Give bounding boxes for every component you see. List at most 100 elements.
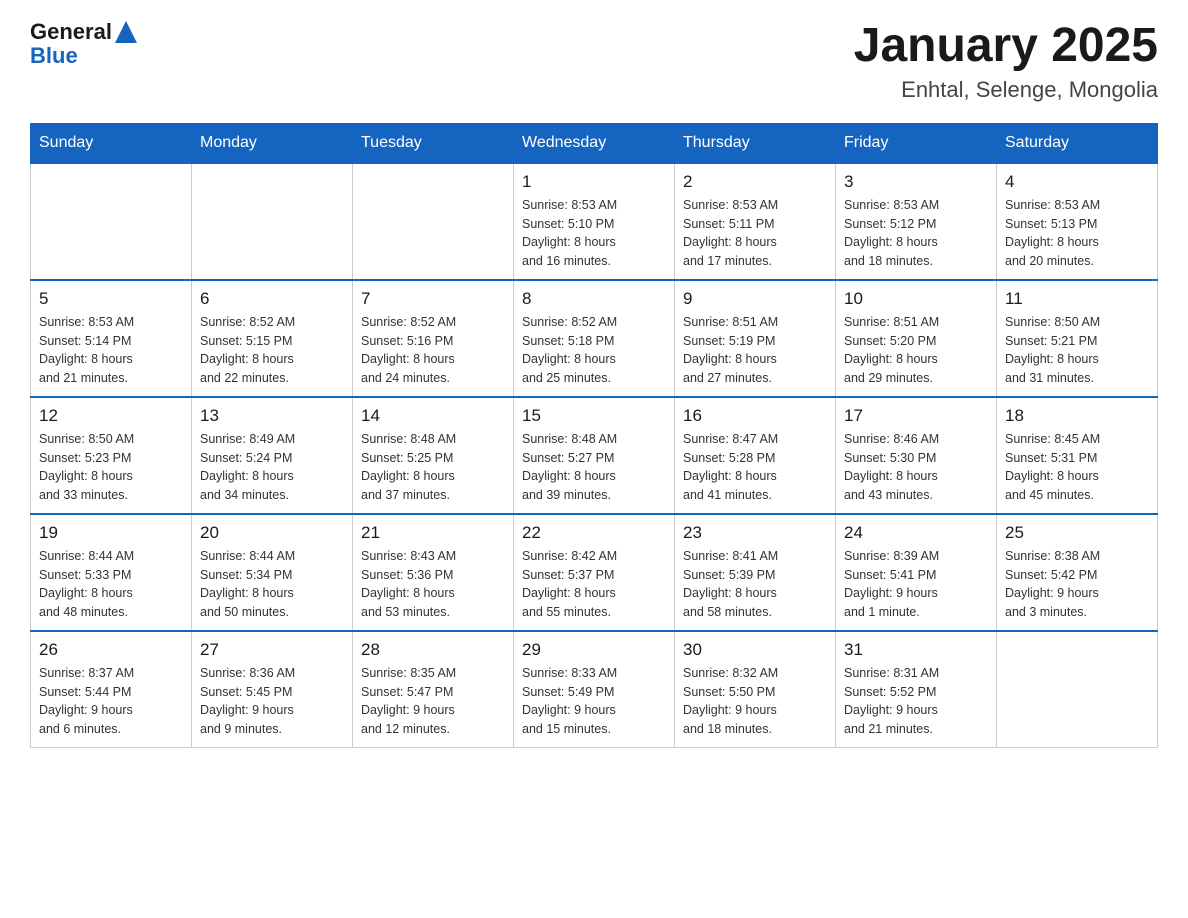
col-thursday: Thursday [675, 123, 836, 163]
col-saturday: Saturday [997, 123, 1158, 163]
table-row [192, 163, 353, 280]
day-number: 9 [683, 289, 827, 309]
day-info: Sunrise: 8:38 AMSunset: 5:42 PMDaylight:… [1005, 547, 1149, 622]
title-section: January 2025 Enhtal, Selenge, Mongolia [854, 20, 1158, 103]
table-row: 28Sunrise: 8:35 AMSunset: 5:47 PMDayligh… [353, 631, 514, 748]
day-number: 22 [522, 523, 666, 543]
day-number: 24 [844, 523, 988, 543]
day-info: Sunrise: 8:46 AMSunset: 5:30 PMDaylight:… [844, 430, 988, 505]
table-row: 14 Sunrise: 8:48 AMSunset: 5:25 PMDayligh… [353, 397, 514, 514]
day-info: Sunrise: 8:41 AMSunset: 5:39 PMDaylight:… [683, 547, 827, 622]
table-row: 3 Sunrise: 8:53 AMSunset: 5:12 PMDaylight… [836, 163, 997, 280]
day-number: 18 [1005, 406, 1149, 426]
day-number: 5 [39, 289, 183, 309]
day-number: 2 [683, 172, 827, 192]
table-row: 12 Sunrise: 8:50 AMSunset: 5:23 PMDayligh… [31, 397, 192, 514]
table-row: 15 Sunrise: 8:48 AMSunset: 5:27 PMDayligh… [514, 397, 675, 514]
day-number: 20 [200, 523, 344, 543]
calendar-title: January 2025 [854, 20, 1158, 73]
day-number: 31 [844, 640, 988, 660]
day-info: Sunrise: 8:50 AMSunset: 5:21 PMDaylight:… [1005, 313, 1149, 388]
day-number: 7 [361, 289, 505, 309]
day-info: Sunrise: 8:51 AMSunset: 5:19 PMDaylight:… [683, 313, 827, 388]
day-number: 16 [683, 406, 827, 426]
day-info: Sunrise: 8:31 AMSunset: 5:52 PMDaylight:… [844, 664, 988, 739]
day-number: 19 [39, 523, 183, 543]
day-number: 13 [200, 406, 344, 426]
table-row: 13 Sunrise: 8:49 AMSunset: 5:24 PMDayligh… [192, 397, 353, 514]
table-row: 22 Sunrise: 8:42 AMSunset: 5:37 PMDayligh… [514, 514, 675, 631]
day-info: Sunrise: 8:33 AMSunset: 5:49 PMDaylight:… [522, 664, 666, 739]
day-info: Sunrise: 8:53 AMSunset: 5:11 PMDaylight:… [683, 196, 827, 271]
table-row: 10Sunrise: 8:51 AMSunset: 5:20 PMDayligh… [836, 280, 997, 397]
table-row: 18Sunrise: 8:45 AMSunset: 5:31 PMDayligh… [997, 397, 1158, 514]
table-row [353, 163, 514, 280]
day-info: Sunrise: 8:53 AMSunset: 5:14 PMDaylight:… [39, 313, 183, 388]
day-info: Sunrise: 8:48 AMSunset: 5:27 PMDaylight:… [522, 430, 666, 505]
calendar-week-row: 5 Sunrise: 8:53 AMSunset: 5:14 PMDaylight… [31, 280, 1158, 397]
day-info: Sunrise: 8:52 AMSunset: 5:16 PMDaylight:… [361, 313, 505, 388]
day-number: 28 [361, 640, 505, 660]
day-info: Sunrise: 8:51 AMSunset: 5:20 PMDaylight:… [844, 313, 988, 388]
day-info: Sunrise: 8:47 AMSunset: 5:28 PMDaylight:… [683, 430, 827, 505]
table-row: 5 Sunrise: 8:53 AMSunset: 5:14 PMDaylight… [31, 280, 192, 397]
day-number: 27 [200, 640, 344, 660]
table-row: 31 Sunrise: 8:31 AMSunset: 5:52 PMDayligh… [836, 631, 997, 748]
col-sunday: Sunday [31, 123, 192, 163]
table-row: 30 Sunrise: 8:32 AMSunset: 5:50 PMDayligh… [675, 631, 836, 748]
day-info: Sunrise: 8:32 AMSunset: 5:50 PMDaylight:… [683, 664, 827, 739]
table-row: 2 Sunrise: 8:53 AMSunset: 5:11 PMDaylight… [675, 163, 836, 280]
day-info: Sunrise: 8:49 AMSunset: 5:24 PMDaylight:… [200, 430, 344, 505]
calendar-header-row: Sunday Monday Tuesday Wednesday Thursday… [31, 123, 1158, 163]
table-row: 4 Sunrise: 8:53 AMSunset: 5:13 PMDaylight… [997, 163, 1158, 280]
table-row: 11Sunrise: 8:50 AMSunset: 5:21 PMDayligh… [997, 280, 1158, 397]
table-row: 26 Sunrise: 8:37 AMSunset: 5:44 PMDayligh… [31, 631, 192, 748]
day-number: 6 [200, 289, 344, 309]
calendar-subtitle: Enhtal, Selenge, Mongolia [854, 77, 1158, 103]
day-number: 4 [1005, 172, 1149, 192]
day-info: Sunrise: 8:37 AMSunset: 5:44 PMDaylight:… [39, 664, 183, 739]
day-info: Sunrise: 8:43 AMSunset: 5:36 PMDaylight:… [361, 547, 505, 622]
table-row: 25Sunrise: 8:38 AMSunset: 5:42 PMDayligh… [997, 514, 1158, 631]
day-number: 29 [522, 640, 666, 660]
day-info: Sunrise: 8:52 AMSunset: 5:18 PMDaylight:… [522, 313, 666, 388]
day-number: 30 [683, 640, 827, 660]
table-row: 1 Sunrise: 8:53 AMSunset: 5:10 PMDaylight… [514, 163, 675, 280]
day-info: Sunrise: 8:48 AMSunset: 5:25 PMDaylight:… [361, 430, 505, 505]
table-row: 7 Sunrise: 8:52 AMSunset: 5:16 PMDaylight… [353, 280, 514, 397]
col-wednesday: Wednesday [514, 123, 675, 163]
table-row: 8 Sunrise: 8:52 AMSunset: 5:18 PMDaylight… [514, 280, 675, 397]
calendar-week-row: 19Sunrise: 8:44 AMSunset: 5:33 PMDayligh… [31, 514, 1158, 631]
col-friday: Friday [836, 123, 997, 163]
table-row: 16 Sunrise: 8:47 AMSunset: 5:28 PMDayligh… [675, 397, 836, 514]
logo: General Blue [30, 20, 137, 68]
day-number: 14 [361, 406, 505, 426]
table-row: 9 Sunrise: 8:51 AMSunset: 5:19 PMDaylight… [675, 280, 836, 397]
table-row: 27 Sunrise: 8:36 AMSunset: 5:45 PMDayligh… [192, 631, 353, 748]
day-number: 17 [844, 406, 988, 426]
calendar-week-row: 1 Sunrise: 8:53 AMSunset: 5:10 PMDaylight… [31, 163, 1158, 280]
table-row: 6 Sunrise: 8:52 AMSunset: 5:15 PMDaylight… [192, 280, 353, 397]
day-number: 26 [39, 640, 183, 660]
table-row [997, 631, 1158, 748]
day-info: Sunrise: 8:52 AMSunset: 5:15 PMDaylight:… [200, 313, 344, 388]
day-info: Sunrise: 8:36 AMSunset: 5:45 PMDaylight:… [200, 664, 344, 739]
table-row: 23Sunrise: 8:41 AMSunset: 5:39 PMDayligh… [675, 514, 836, 631]
day-number: 3 [844, 172, 988, 192]
day-number: 15 [522, 406, 666, 426]
day-number: 12 [39, 406, 183, 426]
day-info: Sunrise: 8:42 AMSunset: 5:37 PMDaylight:… [522, 547, 666, 622]
table-row: 29 Sunrise: 8:33 AMSunset: 5:49 PMDayligh… [514, 631, 675, 748]
day-number: 8 [522, 289, 666, 309]
day-number: 1 [522, 172, 666, 192]
calendar-week-row: 26 Sunrise: 8:37 AMSunset: 5:44 PMDayligh… [31, 631, 1158, 748]
day-info: Sunrise: 8:53 AMSunset: 5:13 PMDaylight:… [1005, 196, 1149, 271]
table-row: 17 Sunrise: 8:46 AMSunset: 5:30 PMDayligh… [836, 397, 997, 514]
table-row: 20Sunrise: 8:44 AMSunset: 5:34 PMDayligh… [192, 514, 353, 631]
day-info: Sunrise: 8:50 AMSunset: 5:23 PMDaylight:… [39, 430, 183, 505]
table-row: 19Sunrise: 8:44 AMSunset: 5:33 PMDayligh… [31, 514, 192, 631]
day-info: Sunrise: 8:53 AMSunset: 5:10 PMDaylight:… [522, 196, 666, 271]
day-info: Sunrise: 8:53 AMSunset: 5:12 PMDaylight:… [844, 196, 988, 271]
col-tuesday: Tuesday [353, 123, 514, 163]
logo-icon [115, 21, 137, 43]
